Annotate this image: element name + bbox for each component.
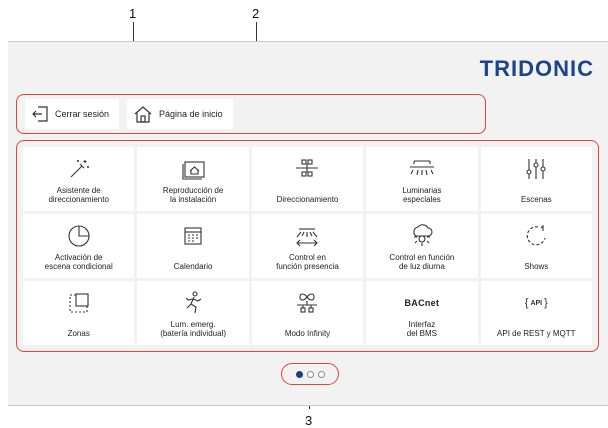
tile-label: Luminarias especiales xyxy=(402,186,442,204)
presence-icon xyxy=(293,222,321,250)
tile-label: Activación de escena condicional xyxy=(44,253,113,271)
tile-label: Interfaz del BMS xyxy=(406,320,437,338)
magic-wand-icon xyxy=(67,155,91,183)
emergency-exit-icon xyxy=(181,289,205,317)
clock-icon xyxy=(67,222,91,250)
tile-label: Shows xyxy=(524,262,549,271)
sliders-icon xyxy=(525,155,547,183)
tridonic-logo: TRIDONIC xyxy=(479,56,594,81)
home-screen-icon xyxy=(180,155,206,183)
nav-bar: Cerrar sesión Página de inicio xyxy=(16,94,486,134)
network-tree-icon xyxy=(294,155,320,183)
callout-2: 2 xyxy=(252,6,260,21)
logout-button[interactable]: Cerrar sesión xyxy=(25,99,120,129)
tile-installation-view[interactable]: Reproducción de la instalación xyxy=(137,147,249,211)
tile-label: Modo Infinity xyxy=(284,329,331,338)
tile-special-luminaires[interactable]: Luminarias especiales xyxy=(366,147,478,211)
tile-presence-control[interactable]: Control en función presencia xyxy=(251,214,364,278)
logout-label: Cerrar sesión xyxy=(55,109,110,119)
tile-label: Lum. emerg. (batería individual) xyxy=(160,320,226,338)
tile-label: Escenas xyxy=(520,195,552,204)
bacnet-icon: BACnet xyxy=(404,289,439,317)
page-dot-1[interactable] xyxy=(295,370,303,378)
tile-label: Asistente de direccionamiento xyxy=(48,186,109,204)
page-dot-2[interactable] xyxy=(306,370,314,378)
shows-icon xyxy=(524,222,548,250)
function-grid-frame: Asistente de direccionamiento Reproducci… xyxy=(16,140,599,352)
tile-label: Reproducción de la instalación xyxy=(162,186,224,204)
tile-calendar[interactable]: Calendario xyxy=(137,214,249,278)
tile-infinity-mode[interactable]: Modo Infinity xyxy=(251,281,364,345)
daylight-icon xyxy=(409,222,435,250)
logout-icon xyxy=(31,105,49,123)
infinity-network-icon xyxy=(294,289,320,317)
tile-label: API de REST y MQTT xyxy=(497,329,576,338)
zones-icon xyxy=(67,289,91,317)
tile-label: Control en función de luz diurna xyxy=(389,253,455,271)
tile-bms-interface[interactable]: BACnet Interfaz del BMS xyxy=(366,281,478,345)
function-grid: Asistente de direccionamiento Reproducci… xyxy=(23,147,592,345)
home-button[interactable]: Página de inicio xyxy=(127,99,233,129)
callout-3: 3 xyxy=(305,413,313,428)
tile-addressing-wizard[interactable]: Asistente de direccionamiento xyxy=(23,147,135,211)
tile-addressing[interactable]: Direccionamiento xyxy=(251,147,364,211)
callout-1: 1 xyxy=(129,6,137,21)
tile-emergency-lighting[interactable]: Lum. emerg. (batería individual) xyxy=(137,281,249,345)
tile-zones[interactable]: Zonas xyxy=(23,281,135,345)
tile-rest-mqtt-api[interactable]: { API } API de REST y MQTT xyxy=(480,281,592,345)
tile-label: Direccionamiento xyxy=(276,195,339,204)
home-icon xyxy=(133,105,153,123)
app-screen: TRIDONIC Cerrar sesión Página de inicio xyxy=(8,41,608,406)
api-icon-text: API xyxy=(530,299,543,307)
calendar-icon xyxy=(182,222,204,250)
special-luminaire-icon xyxy=(408,155,436,183)
tile-scenes[interactable]: Escenas xyxy=(480,147,592,211)
tile-label: Calendario xyxy=(173,262,213,271)
tile-label: Zonas xyxy=(67,329,90,338)
page-indicator xyxy=(281,363,339,385)
api-icon: { API } xyxy=(524,297,548,309)
tile-label: Control en función presencia xyxy=(276,253,339,271)
tile-daylight-control[interactable]: Control en función de luz diurna xyxy=(366,214,478,278)
page-dot-3[interactable] xyxy=(317,370,325,378)
tile-conditional-scene[interactable]: Activación de escena condicional xyxy=(23,214,135,278)
home-label: Página de inicio xyxy=(159,109,223,119)
tile-shows[interactable]: Shows xyxy=(480,214,592,278)
bacnet-icon-text: BACnet xyxy=(404,298,440,308)
